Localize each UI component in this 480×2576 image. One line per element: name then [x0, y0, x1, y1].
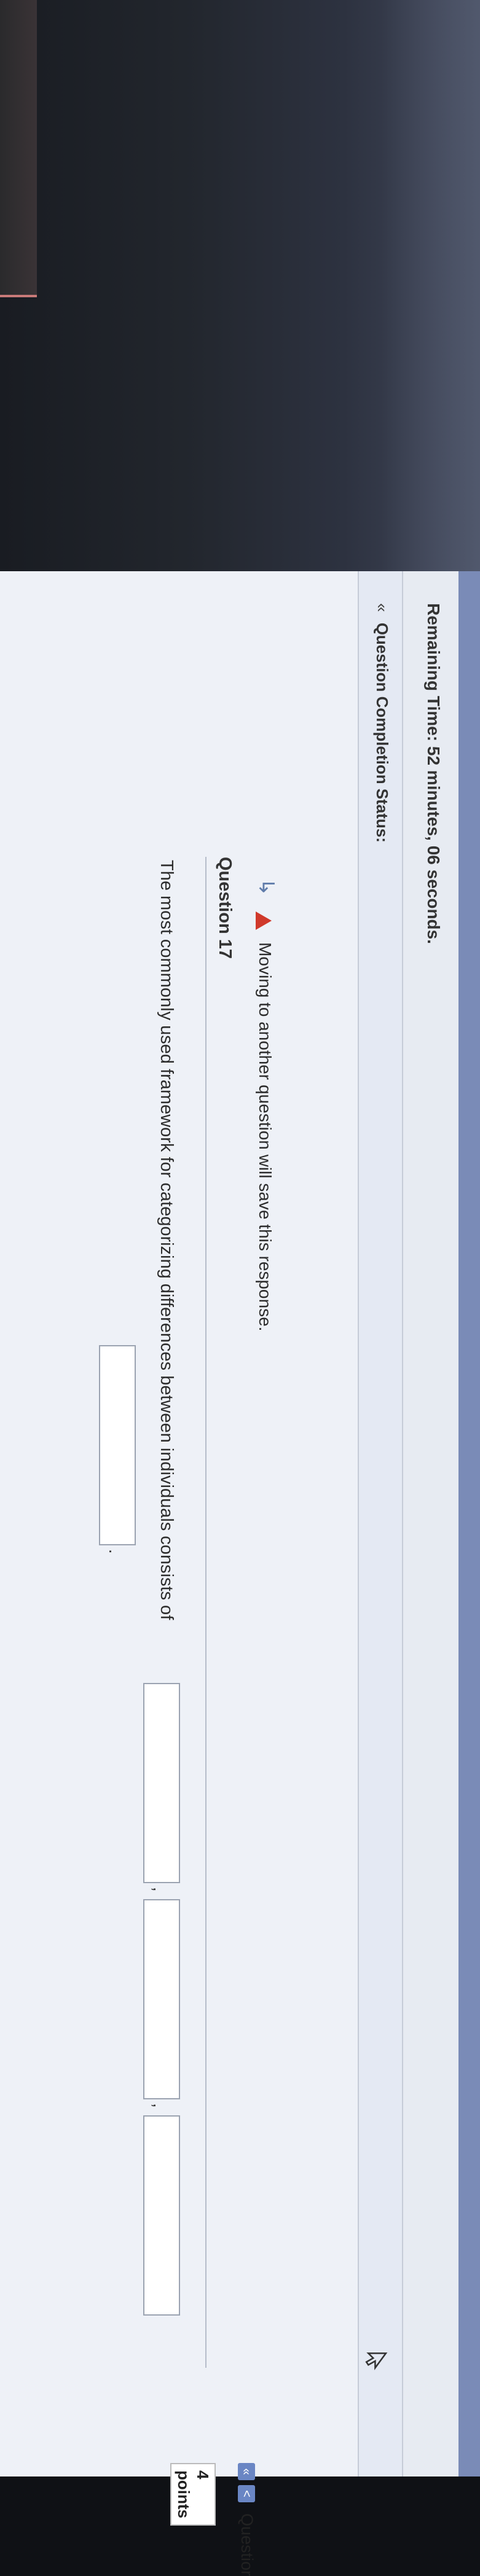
answer-separator: , [150, 2103, 169, 2108]
answer-separator: , [150, 1887, 169, 1892]
answer-blank-3[interactable] [143, 2115, 180, 2316]
completion-status[interactable]: « Question Completion Status: [372, 603, 391, 843]
remaining-time-label: Remaining Time: [424, 603, 443, 742]
question-navigation: « < Questior [237, 2463, 256, 2576]
top-strip [458, 571, 480, 2476]
question-nav-label: Questior [238, 2513, 256, 2576]
answer-terminator: . [106, 1549, 125, 1554]
question-points: 4 points [170, 2463, 216, 2526]
pointer-cursor-icon [364, 2349, 388, 2373]
answer-blank-1[interactable] [143, 1683, 180, 1883]
previous-question-button[interactable]: < [238, 2485, 256, 2502]
completion-status-label: Question Completion Status: [373, 622, 391, 843]
remaining-time: Remaining Time: 52 minutes, 06 seconds. [423, 603, 443, 944]
test-page: Remaining Time: 52 minutes, 06 seconds. … [0, 571, 480, 2576]
question-title: Question 17 [215, 857, 235, 959]
answer-blank-4[interactable] [99, 1345, 136, 1545]
first-question-button[interactable]: « [238, 2463, 256, 2480]
warning-icon [256, 911, 272, 931]
question-prompt: The most commonly used framework for cat… [157, 860, 176, 1620]
answer-blank-2[interactable] [143, 1899, 180, 2099]
arrow-right-icon: ↳ [254, 878, 278, 896]
completion-status-bar [358, 571, 402, 2476]
remaining-time-value: 52 minutes, 06 seconds. [424, 746, 443, 945]
save-warning-text: Moving to another question will save thi… [256, 942, 275, 1332]
browser-viewport: Remaining Time: 52 minutes, 06 seconds. … [0, 0, 480, 2576]
save-warning: ↳ Moving to another question will save t… [254, 878, 278, 1332]
expand-toggle-icon[interactable]: « [373, 603, 391, 612]
question-header: Question 17 [205, 857, 235, 2368]
